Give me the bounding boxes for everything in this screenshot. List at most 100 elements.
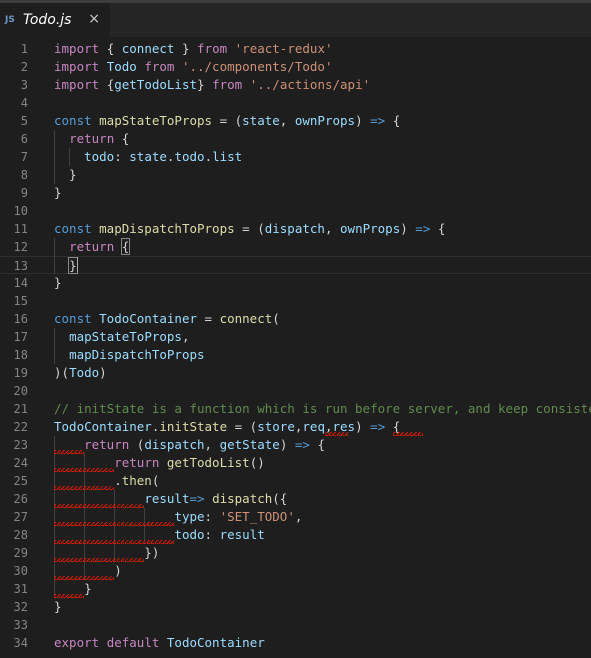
code-token: ({ [272,491,288,506]
code-line[interactable]: 21 // initState is a function which is ru… [0,400,591,418]
code-line[interactable]: 16 const TodoContainer = connect( [0,310,591,328]
code-line[interactable]: 5 const mapStateToProps = (state, ownProp… [0,112,591,130]
code-token: ( [272,311,280,326]
code-token: import [54,41,107,56]
code-line[interactable]: 15 [0,292,591,310]
line-number: 2 [20,60,28,74]
line-number: 21 [13,402,28,416]
line-number: 28 [13,528,28,542]
code-token: mapStateToProps [99,113,213,128]
code-token: getTodoList [166,455,250,470]
line-number: 1 [20,42,28,56]
code-token: list [212,149,243,164]
code-token: } [197,77,213,92]
code-token: => [415,221,431,236]
code-token: '../actions/api' [249,77,371,92]
code-token: ) [355,419,371,434]
line-number: 26 [13,492,28,506]
code-token: = ( [227,419,258,434]
line-number: 3 [20,78,28,92]
close-icon[interactable]: × [88,11,100,27]
line-number: 34 [13,636,28,650]
code-line[interactable]: 17 mapStateToProps, [0,328,591,346]
code-token: export [54,635,100,650]
code-line[interactable]: 1 import { connect } from 'react-redux' [0,40,591,58]
code-text: } [54,274,62,292]
code-line[interactable]: 14} [0,274,591,292]
code-line[interactable]: 12 return { [0,238,591,256]
code-token: req [302,419,325,434]
code-text: import Todo from '../components/Todo' [54,58,332,76]
line-number: 20 [13,384,28,398]
error-squiggle [54,594,85,598]
code-line[interactable]: 13 } [0,256,591,274]
code-token: todo [174,149,205,164]
line-number: 25 [13,474,28,488]
line-number: 29 [13,546,28,560]
code-line[interactable]: 7 todo: state.todo.list [0,148,591,166]
code-line[interactable]: 34 export default TodoContainer [0,634,591,652]
matched-bracket: } [68,257,78,274]
line-number: 24 [13,456,28,470]
code-token: => [189,491,205,506]
code-line[interactable]: 19)(Todo) [0,364,591,382]
code-text: return (dispatch, getState) => { [54,436,325,454]
code-line[interactable]: 8 } [0,166,591,184]
code-token: , [181,329,190,344]
code-line[interactable]: 6 return { [0,130,591,148]
code-token: return [84,437,130,452]
code-text: // initState is a function which is run … [54,400,591,418]
matched-bracket: { [120,238,131,255]
code-token: mapDispatchToProps [69,347,205,362]
code-token: ( [129,437,145,452]
code-line[interactable]: 10 [0,202,591,220]
code-text: import { connect } from 'react-redux' [54,40,333,58]
code-line[interactable]: 32} [0,598,591,616]
code-token: Todo [106,59,137,74]
code-token: mapDispatchToProps [99,221,235,236]
indent-guide [114,490,116,562]
code-token: : [204,509,220,524]
code-text: import {getTodoList} from '../actions/ap… [54,76,370,94]
line-number: 8 [20,168,28,182]
error-squiggle [54,468,115,472]
code-line[interactable]: 20 [0,382,591,400]
line-number: 6 [20,132,28,146]
line-number: 11 [13,222,28,236]
code-line[interactable]: 23 return (dispatch, getState) => { [0,436,591,454]
error-squiggle [54,486,115,490]
code-token: => [294,437,310,452]
code-line[interactable]: 11 const mapDispatchToProps = (dispatch, … [0,220,591,238]
code-text: } [54,598,62,616]
code-line[interactable]: 3 import {getTodoList} from '../actions/a… [0,76,591,94]
code-token: TodoContainer [54,419,152,434]
line-number: 30 [13,564,28,578]
code-token: state [129,149,167,164]
code-text: } [54,257,78,275]
code-token: } [54,599,62,614]
code-text: const TodoContainer = connect( [54,310,280,328]
code-token: const [54,311,100,326]
code-token: dispatch [144,437,205,452]
code-text: todo: state.todo.list [54,148,242,166]
code-token: => [370,419,386,434]
code-line[interactable]: 22 TodoContainer.initState = (store,req,r… [0,418,591,436]
code-line[interactable]: 31 } [0,580,591,598]
code-token: = ( [234,221,265,236]
code-line[interactable]: 2 import Todo from '../components/Todo' [0,58,591,76]
tab-todo-js[interactable]: JS Todo.js × [0,3,110,37]
indent-guide [54,238,55,274]
code-line[interactable]: 18 mapDispatchToProps [0,346,591,364]
code-token: ownProps [340,221,401,236]
indent-guide [54,328,55,364]
code-line[interactable]: 9} [0,184,591,202]
code-line[interactable]: 33 [0,616,591,634]
line-number: 5 [20,114,28,128]
code-editor[interactable]: 1 import { connect } from 'react-redux' 2 i… [0,38,591,658]
code-line[interactable]: 4 [0,94,591,112]
code-token: then [121,473,152,488]
code-token: ) [355,113,371,128]
code-token: dispatch [212,491,273,506]
